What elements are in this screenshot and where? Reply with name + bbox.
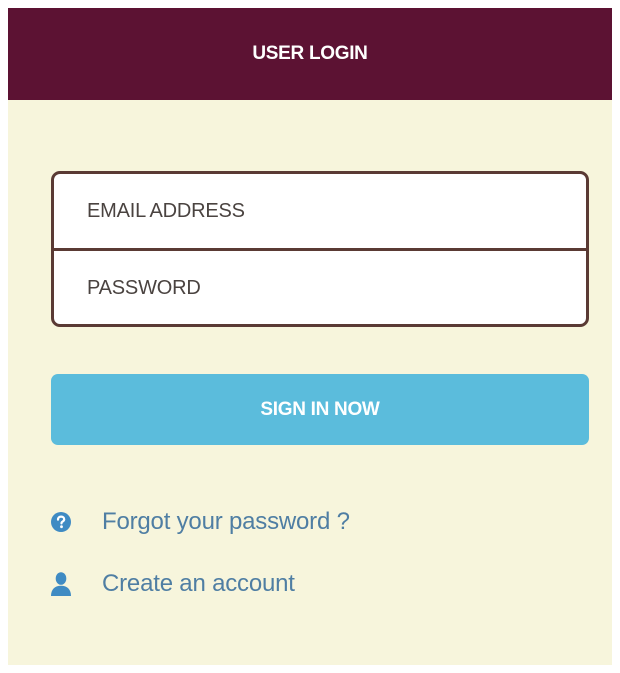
login-header: USER LOGIN [8, 8, 612, 100]
email-field[interactable]: EMAIL ADDRESS [54, 174, 586, 251]
login-title: USER LOGIN [252, 43, 368, 64]
password-placeholder: PASSWORD [87, 277, 201, 299]
login-panel: USER LOGIN EMAIL ADDRESS PASSWORD SIGN I… [8, 8, 612, 665]
credentials-group: EMAIL ADDRESS PASSWORD [51, 171, 589, 327]
sign-in-button[interactable]: SIGN IN NOW [51, 374, 589, 445]
user-icon [50, 571, 72, 597]
create-account-link[interactable]: Create an account [50, 570, 295, 598]
forgot-password-link[interactable]: Forgot your password ? [50, 508, 350, 536]
create-account-text: Create an account [102, 570, 295, 597]
question-circle-icon [50, 509, 72, 535]
password-field[interactable]: PASSWORD [54, 251, 586, 324]
email-placeholder: EMAIL ADDRESS [87, 199, 245, 222]
forgot-password-text: Forgot your password ? [102, 508, 350, 535]
sign-in-label: SIGN IN NOW [260, 398, 380, 420]
